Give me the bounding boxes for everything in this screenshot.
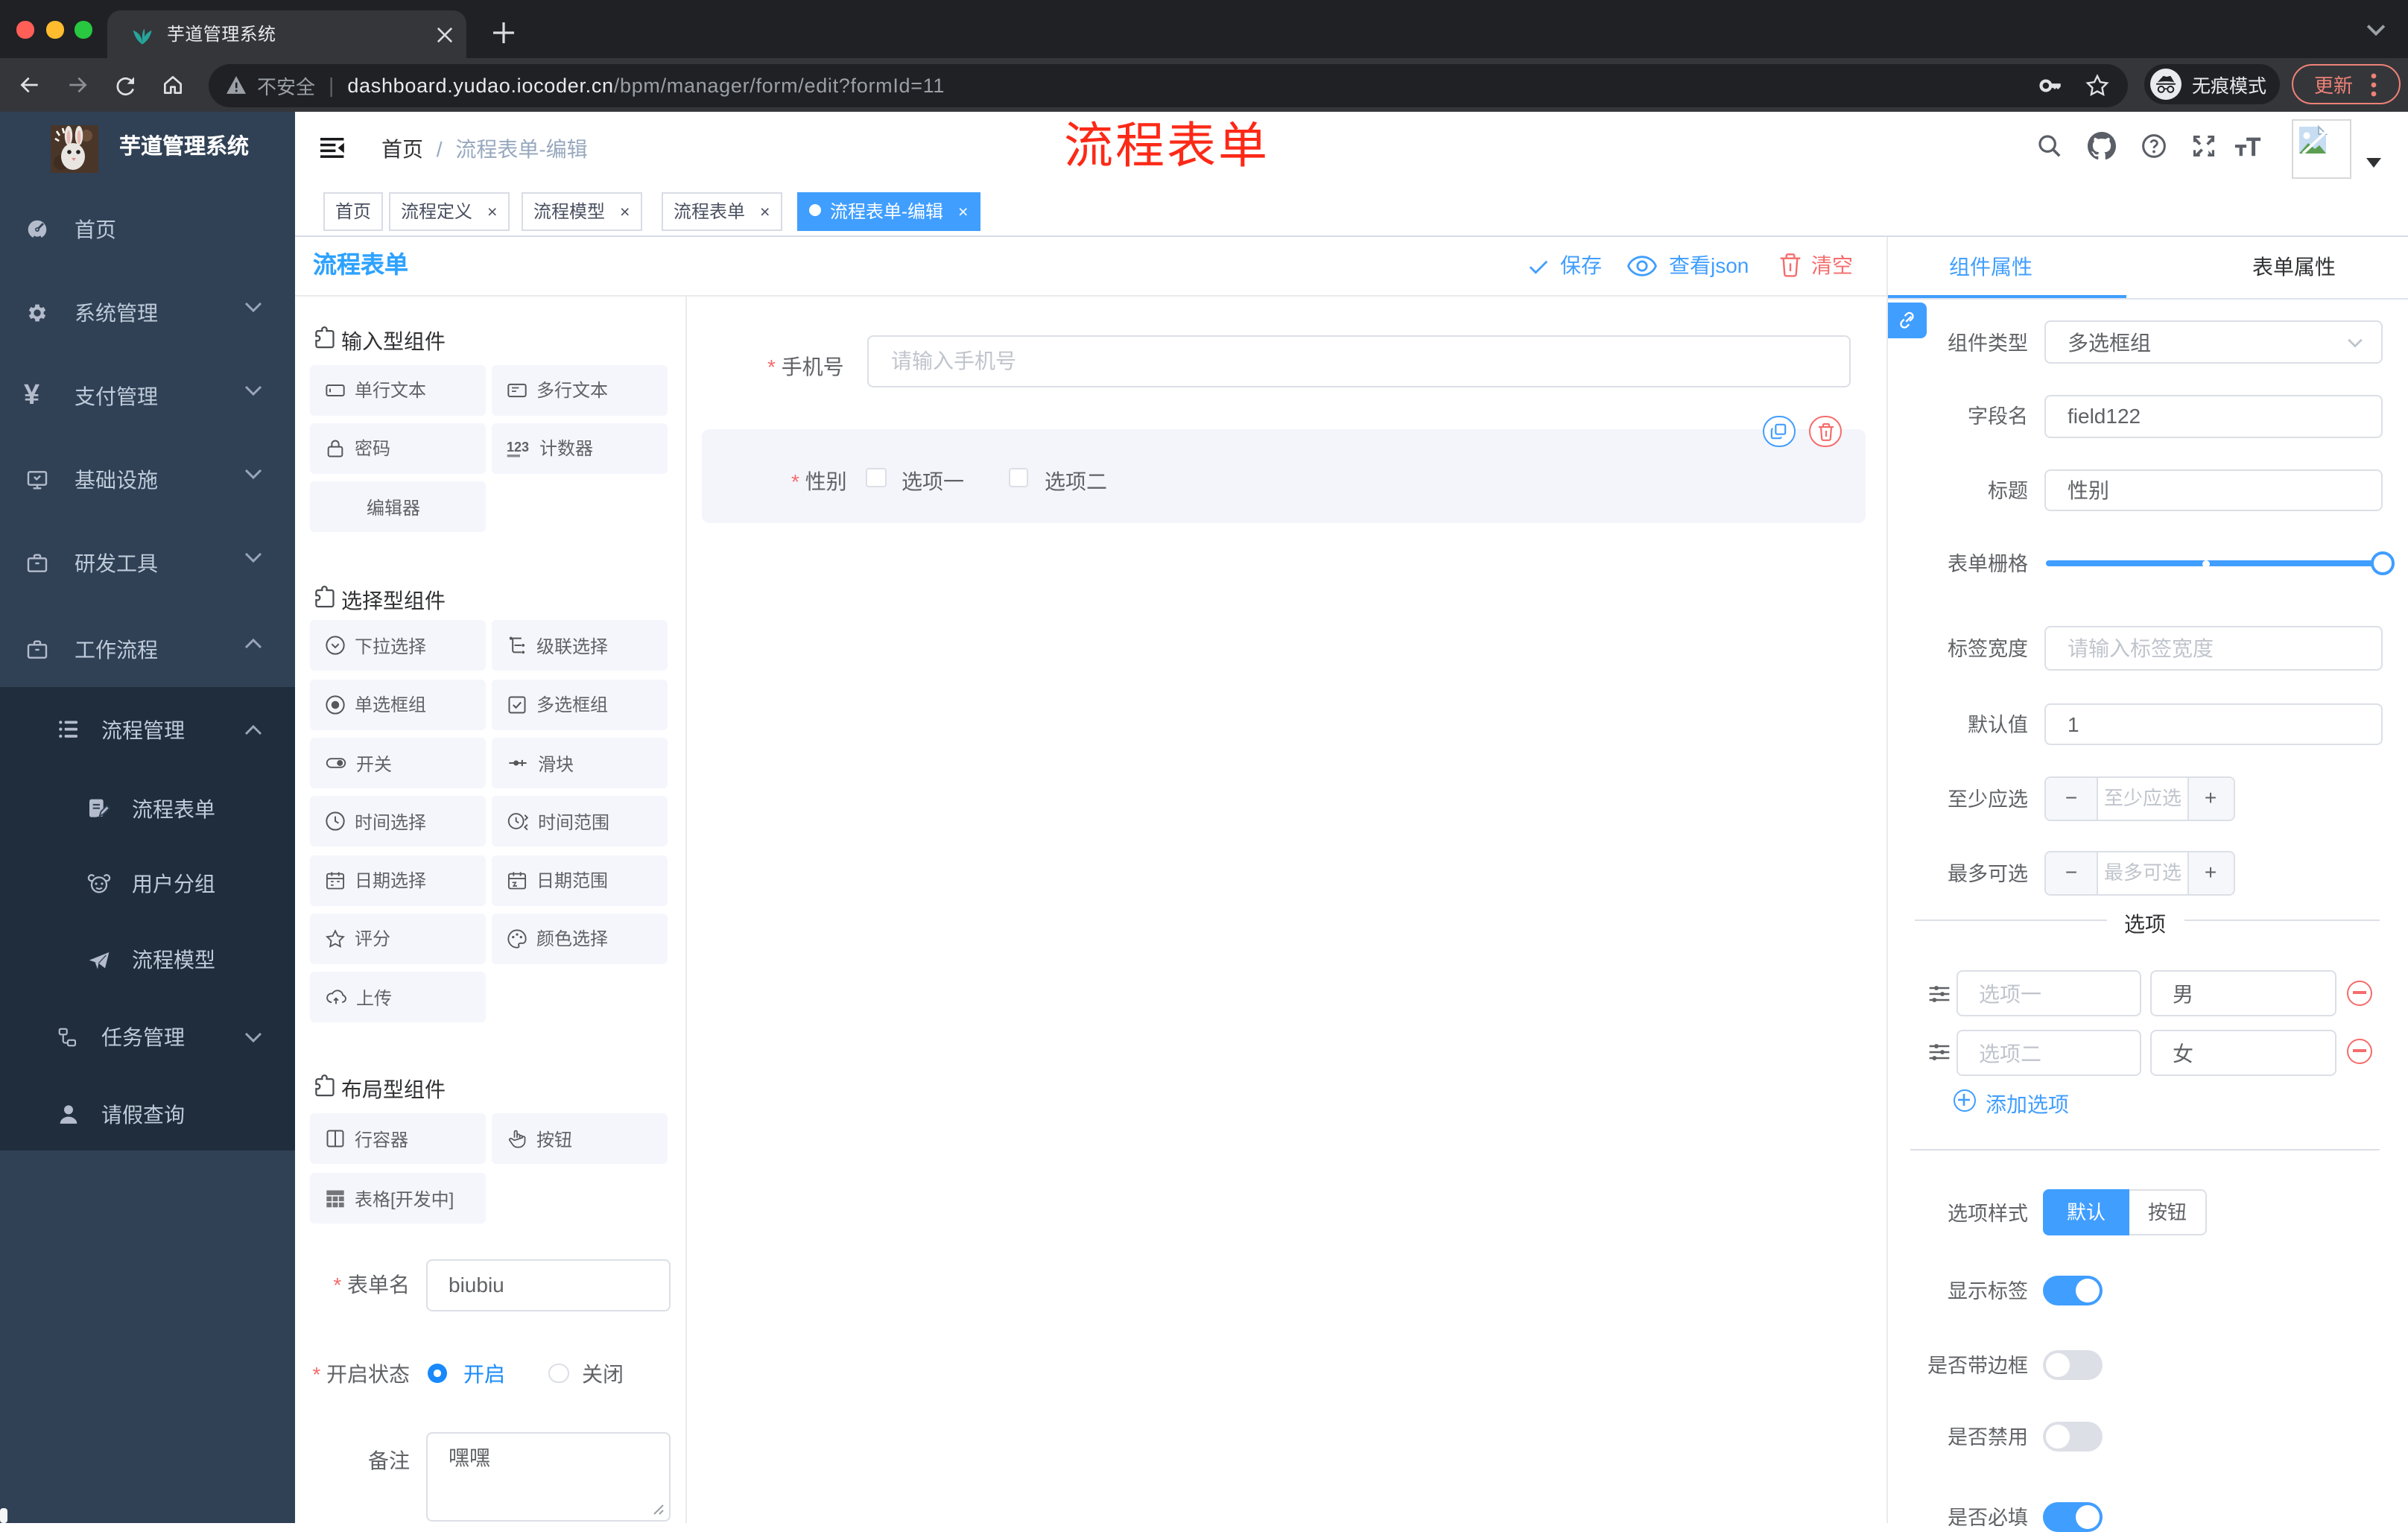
svg-text:123: 123 (507, 440, 529, 455)
